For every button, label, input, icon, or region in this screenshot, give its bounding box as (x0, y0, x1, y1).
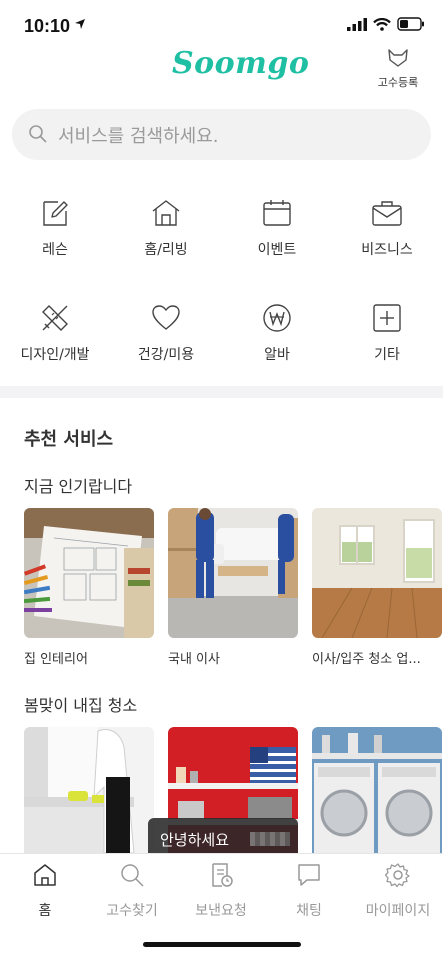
signal-icon (347, 17, 367, 31)
search-icon (121, 864, 144, 887)
pro-register-label: 고수등록 (377, 76, 419, 89)
app-header: Soomgo 고수등록 (0, 42, 443, 98)
category-label: 디자인/개발 (20, 347, 90, 363)
location-arrow-icon (75, 19, 85, 29)
wifi-icon (373, 17, 391, 31)
tab-my-page[interactable]: 마이페이지 (353, 862, 443, 920)
house-icon (152, 200, 180, 226)
plus-box-icon (373, 304, 401, 332)
category-home-living[interactable]: 홈/리빙 (111, 197, 221, 259)
search-icon (29, 125, 47, 143)
tab-home[interactable]: 홈 (0, 862, 90, 920)
category-etc[interactable]: 기타 (332, 302, 442, 364)
card-caption: 집 인테리어 (24, 652, 88, 667)
search-placeholder: 서비스를 검색하세요. (58, 126, 219, 147)
popular-card-cleaning[interactable]: 이사/입주 청소 업... (312, 508, 442, 667)
request-document-icon (212, 863, 233, 887)
pencil-note-icon (43, 201, 68, 226)
battery-icon (397, 17, 424, 31)
recommended-title: 추천 서비스 (24, 429, 114, 450)
blurred-name (250, 832, 290, 846)
status-time: 10:10 (24, 16, 71, 36)
interior-thumbnail (24, 508, 154, 638)
gear-icon (385, 863, 410, 888)
heart-icon (152, 305, 180, 330)
category-label: 이벤트 (257, 242, 297, 258)
won-icon (263, 304, 291, 332)
category-design-dev[interactable]: 디자인/개발 (0, 302, 110, 364)
ruler-pencil-icon (42, 305, 68, 331)
tab-chat[interactable]: 채팅 (264, 862, 354, 920)
pro-register-button[interactable]: 고수등록 (373, 48, 423, 90)
card-caption: 이사/입주 청소 업... (312, 652, 421, 667)
tab-label: 보낸요청 (195, 903, 247, 919)
briefcase-icon (372, 201, 402, 226)
category-lesson[interactable]: 레슨 (0, 197, 110, 259)
tab-find-pro[interactable]: 고수찾기 (87, 862, 177, 920)
status-icons (347, 17, 425, 31)
calendar-icon (263, 200, 291, 226)
category-business[interactable]: 비즈니스 (332, 197, 442, 259)
laundry-thumbnail (312, 727, 442, 853)
popular-card-interior[interactable]: 집 인테리어 (24, 508, 154, 667)
fox-badge-icon (388, 49, 408, 67)
card-caption: 국내 이사 (168, 652, 220, 667)
search-input[interactable]: 서비스를 검색하세요. (12, 109, 431, 160)
category-label: 레슨 (42, 242, 68, 258)
tab-label: 마이페이지 (365, 903, 431, 919)
soomgo-logo[interactable]: Soomgo (172, 46, 309, 81)
toast-text: 안녕하세요 (160, 831, 230, 849)
spring-cleaning-title: 봄맞이 내집 청소 (24, 696, 138, 715)
moving-thumbnail (168, 508, 298, 638)
window-cleaning-thumbnail (24, 727, 154, 853)
category-event[interactable]: 이벤트 (222, 197, 332, 259)
section-divider (0, 386, 443, 398)
tab-label: 고수찾기 (106, 903, 158, 919)
popular-title: 지금 인기랍니다 (24, 477, 133, 496)
category-health-beauty[interactable]: 건강/미용 (111, 302, 221, 364)
category-label: 비즈니스 (361, 242, 413, 258)
category-label: 알바 (264, 347, 290, 363)
tab-label: 홈 (38, 903, 52, 919)
empty-room-thumbnail (312, 508, 442, 638)
home-indicator (143, 942, 301, 947)
category-part-time[interactable]: 알바 (222, 302, 332, 364)
home-icon (34, 864, 56, 886)
spring-card-window[interactable] (24, 727, 154, 853)
tab-label: 채팅 (296, 903, 322, 919)
spring-card-laundry[interactable] (312, 727, 442, 853)
category-label: 건강/미용 (137, 347, 195, 363)
category-label: 홈/리빙 (144, 242, 188, 258)
tab-sent-requests[interactable]: 보낸요청 (176, 862, 266, 920)
category-label: 기타 (374, 347, 400, 363)
popular-card-moving[interactable]: 국내 이사 (168, 508, 298, 667)
chat-bubble-icon (298, 864, 320, 886)
